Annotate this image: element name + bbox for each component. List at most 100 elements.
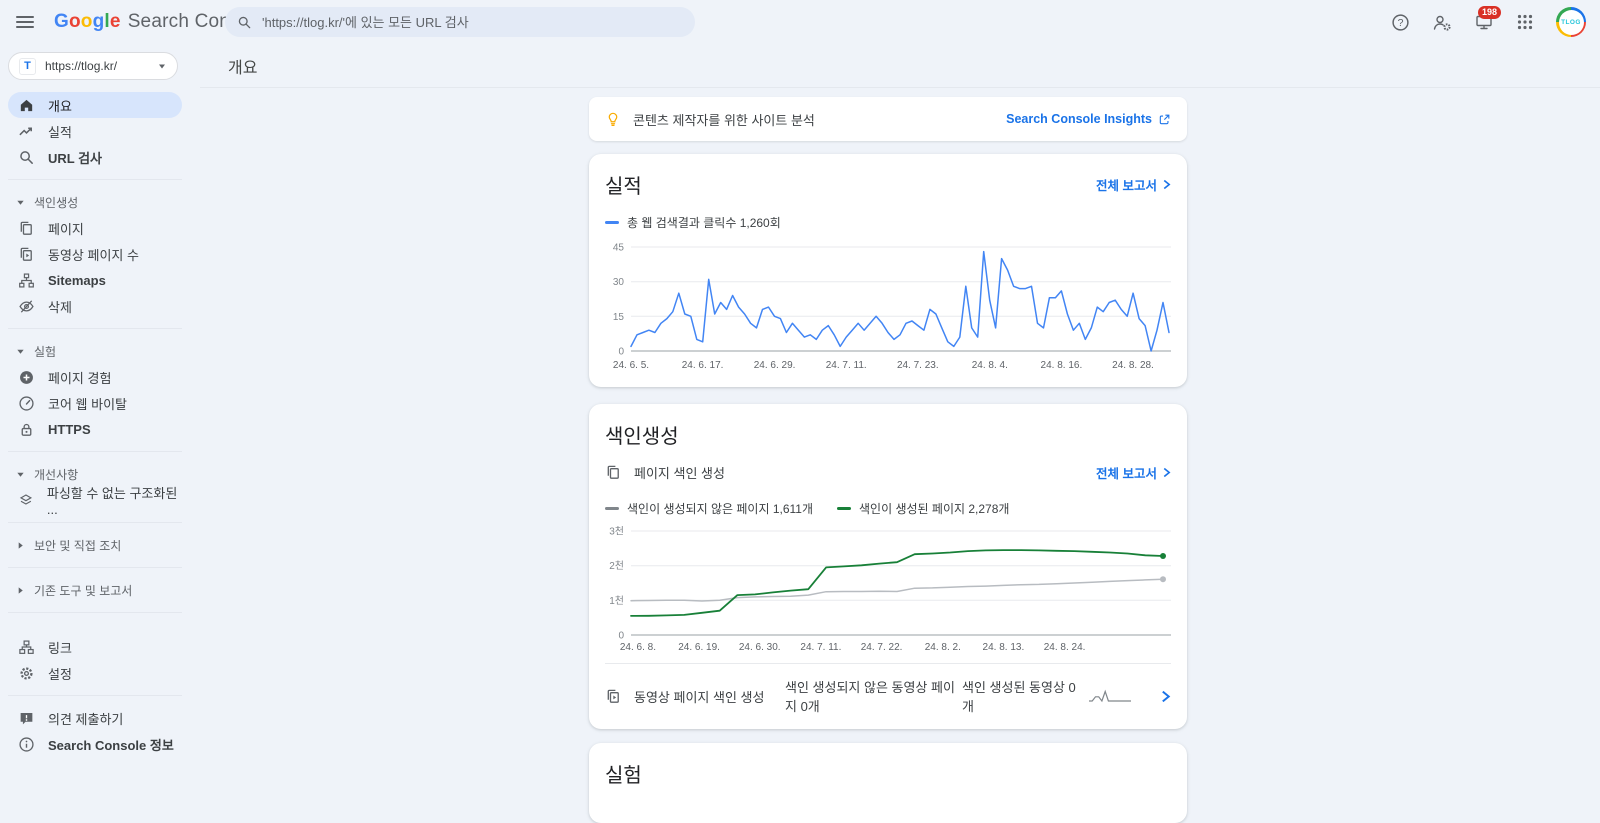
page-experience-icon [18,369,35,386]
divider [8,567,182,568]
pages-icon [18,220,35,237]
svg-text:?: ? [1398,17,1404,29]
user-gear-icon [1432,13,1452,32]
svg-text:24. 6. 17.: 24. 6. 17. [682,360,724,371]
gauge-icon [18,395,35,412]
whats-new-button[interactable]: 198 [1474,13,1494,31]
performance-title: 실적 [605,170,642,199]
clicks-legend-swatch [605,221,619,225]
sidebar: T https://tlog.kr/ 개요 실적 URL 검사 색인생성 페이지… [0,44,200,780]
search-icon [237,15,252,30]
indexing-title: 색인생성 [605,420,679,449]
divider [8,522,182,523]
divider [8,612,182,613]
search-icon [18,149,35,166]
svg-text:24. 7. 11.: 24. 7. 11. [800,642,841,653]
help-button[interactable]: ? [1391,13,1410,32]
sidebar-section-experience[interactable]: 실험 [0,338,200,364]
sidebar-item-video-pages[interactable]: 동영상 페이지 수 [8,241,182,267]
svg-text:24. 8. 4.: 24. 8. 4. [972,360,1008,371]
performance-full-report-link[interactable]: 전체 보고서 [1096,175,1171,194]
video-indexing-row[interactable]: 동영상 페이지 색인 생성 색인 생성되지 않은 동영상 페이지 0개 색인 생… [605,663,1171,723]
performance-chart[interactable]: 015304524. 6. 5.24. 6. 17.24. 6. 29.24. … [605,239,1171,371]
sidebar-item-sitemaps[interactable]: Sitemaps [8,267,182,293]
lock-icon [18,421,35,438]
svg-text:24. 8. 13.: 24. 8. 13. [983,642,1025,653]
svg-text:24. 8. 28.: 24. 8. 28. [1112,360,1154,371]
svg-text:24. 7. 23.: 24. 7. 23. [897,360,939,371]
video-indexing-sparkline [1087,688,1133,704]
indexing-chart[interactable]: 01천2천3천24. 6. 8.24. 6. 19.24. 6. 30.24. … [605,525,1171,653]
chevron-down-icon [157,61,167,71]
page-header: 개요 [200,44,1600,88]
chevron-right-icon [1162,467,1171,478]
experience-title: 실험 [605,759,642,788]
sidebar-item-url-inspection[interactable]: URL 검사 [8,144,182,170]
property-favicon: T [19,58,36,75]
svg-text:24. 6. 29.: 24. 6. 29. [754,360,796,371]
sidebar-section-legacy-tools[interactable]: 기존 도구 및 보고서 [0,577,200,603]
not-indexed-legend-swatch [605,507,619,511]
lightbulb-icon [605,110,621,128]
sidebar-item-overview[interactable]: 개요 [8,92,182,118]
page-title: 개요 [228,54,257,78]
sidebar-item-removals[interactable]: 삭제 [8,293,182,319]
info-icon [18,736,35,753]
not-indexed-legend: 색인이 생성되지 않은 페이지 1,611개 [605,500,813,517]
sidebar-section-security[interactable]: 보안 및 직접 조치 [0,532,200,558]
svg-text:24. 8. 24.: 24. 8. 24. [1044,642,1086,653]
indexing-card: 색인생성 페이지 색인 생성 전체 보고서 색인이 생성되지 않은 페이지 1,… [589,404,1187,729]
sidebar-item-unparsable-structured-data[interactable]: 파싱할 수 없는 구조화된 ... [8,487,182,513]
sidebar-section-indexing[interactable]: 색인생성 [0,189,200,215]
sidebar-item-https[interactable]: HTTPS [8,416,182,442]
caret-down-icon [16,198,25,207]
sidebar-item-links[interactable]: 링크 [8,634,182,660]
video-indexing-chevron[interactable] [1160,690,1171,703]
insights-link[interactable]: Search Console Insights [1006,112,1171,126]
caret-right-icon [16,586,25,595]
divider [8,695,182,696]
home-icon [18,97,35,114]
sidebar-item-pages[interactable]: 페이지 [8,215,182,241]
divider [8,179,182,180]
sidebar-item-settings[interactable]: 설정 [8,660,182,686]
apps-menu-button[interactable] [1516,13,1534,31]
property-selector[interactable]: T https://tlog.kr/ [8,52,178,80]
user-settings-button[interactable] [1432,13,1452,32]
menu-icon[interactable] [16,16,34,28]
svg-text:24. 7. 11.: 24. 7. 11. [826,360,867,371]
svg-text:24. 6. 30.: 24. 6. 30. [739,642,781,653]
notification-badge: 198 [1478,6,1501,19]
insights-banner: 콘텐츠 제작자를 위한 사이트 분석 Search Console Insigh… [589,97,1187,141]
svg-text:30: 30 [613,277,625,288]
svg-text:2천: 2천 [609,560,624,572]
video-pages-icon [605,688,622,705]
sidebar-item-core-web-vitals[interactable]: 코어 웹 바이탈 [8,390,182,416]
svg-text:24. 7. 22.: 24. 7. 22. [861,642,903,653]
search-input[interactable] [262,15,689,30]
video-indexing-label: 동영상 페이지 색인 생성 [634,687,764,706]
indexing-full-report-link[interactable]: 전체 보고서 [1096,463,1171,482]
svg-text:24. 8. 16.: 24. 8. 16. [1041,360,1083,371]
sidebar-item-page-experience[interactable]: 페이지 경험 [8,364,182,390]
feedback-icon [18,710,35,727]
divider [8,451,182,452]
url-inspection-searchbar[interactable] [225,7,695,37]
account-avatar[interactable]: TLOG [1556,7,1586,37]
svg-text:24. 6. 5.: 24. 6. 5. [613,360,649,371]
video-indexed-count: 색인 생성된 동영상 0개 [962,677,1087,715]
experience-card: 실험 [589,743,1187,823]
top-bar: Google Search Console ? 198 TLOG [0,0,1600,44]
caret-down-icon [16,470,25,479]
sidebar-item-about[interactable]: Search Console 정보 [8,731,182,757]
svg-text:0: 0 [618,631,624,642]
svg-text:3천: 3천 [609,526,624,538]
svg-text:24. 6. 19.: 24. 6. 19. [678,642,720,653]
sidebar-item-feedback[interactable]: 의견 제출하기 [8,705,182,731]
performance-card: 실적 전체 보고서 총 웹 검색결과 클릭수 1,260회 015304524.… [589,154,1187,387]
indexed-legend: 색인이 생성된 페이지 2,278개 [837,500,1009,517]
insights-text: 콘텐츠 제작자를 위한 사이트 분석 [633,110,815,129]
sidebar-item-performance[interactable]: 실적 [8,118,182,144]
links-icon [18,639,35,656]
svg-text:45: 45 [613,243,625,254]
